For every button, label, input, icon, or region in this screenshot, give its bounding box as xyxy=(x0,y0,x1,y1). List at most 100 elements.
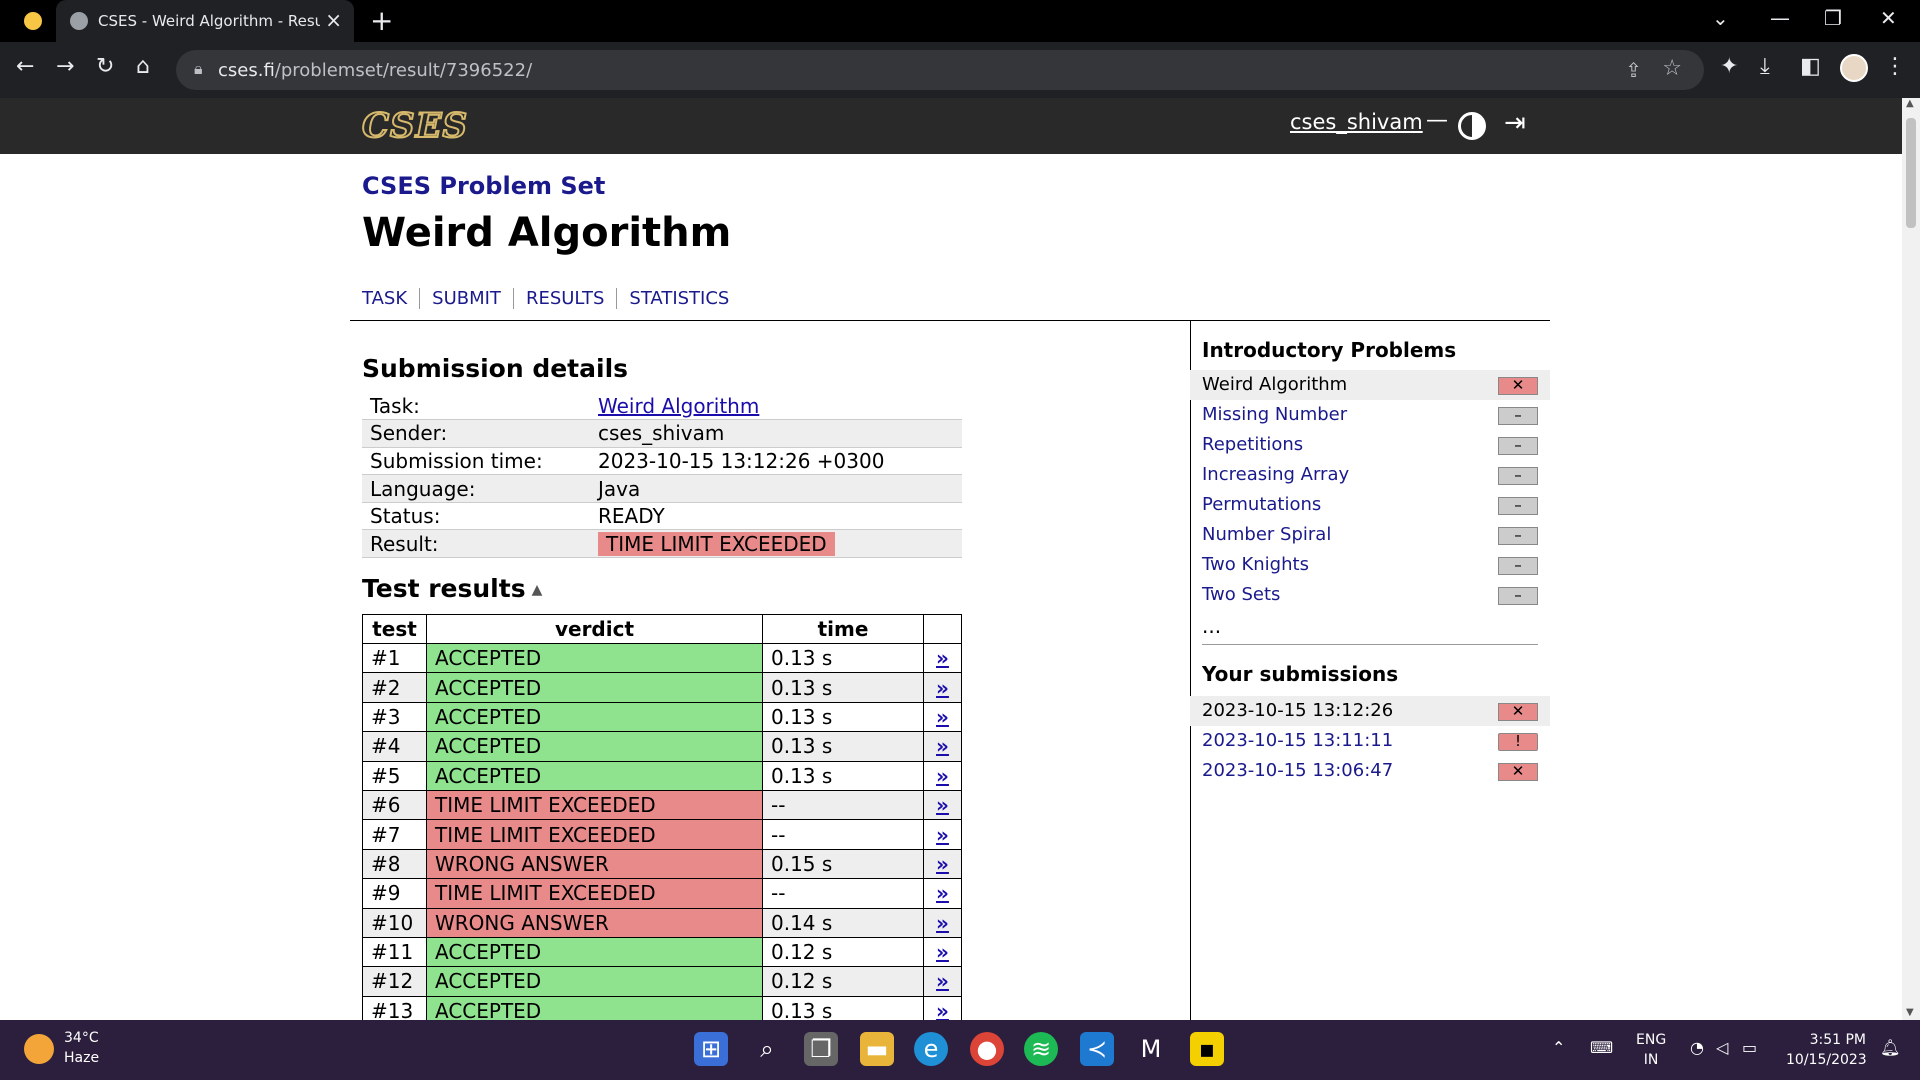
weather-condition[interactable]: Haze xyxy=(64,1050,99,1066)
submission-time[interactable]: 2023-10-15 13:12:26 xyxy=(1202,700,1393,721)
test-verdict: ACCEPTED xyxy=(426,966,763,997)
submission-item[interactable]: 2023-10-15 13:06:47 ✕ xyxy=(1190,756,1550,786)
file-explorer-icon[interactable]: ▬ xyxy=(860,1032,894,1066)
sticky-notes-icon[interactable]: ▪ xyxy=(1190,1032,1224,1066)
reload-icon[interactable]: ↻ xyxy=(96,54,114,79)
test-results-heading[interactable]: Test results ▲ xyxy=(362,574,542,603)
weather-temp[interactable]: 34°C xyxy=(64,1030,99,1046)
logout-icon[interactable]: ⇥ xyxy=(1504,108,1526,138)
chrome-icon[interactable]: ● xyxy=(970,1032,1004,1066)
notification-bell-icon[interactable]: 🔔︎ xyxy=(1880,1038,1900,1057)
language-indicator[interactable]: ENG IN xyxy=(1636,1030,1666,1070)
problem-name[interactable]: Two Knights xyxy=(1202,554,1309,575)
test-detail-link-icon[interactable]: » xyxy=(923,848,962,880)
problem-name[interactable]: Missing Number xyxy=(1202,404,1347,425)
scroll-down-icon[interactable]: ▼ xyxy=(1906,1007,1914,1018)
problem-name[interactable]: Weird Algorithm xyxy=(1202,374,1347,395)
gmail-icon[interactable]: M xyxy=(1134,1032,1168,1066)
download-icon[interactable]: ⤓ xyxy=(1760,54,1770,79)
test-detail-link-icon[interactable]: » xyxy=(923,701,962,733)
sidebar-problem-item[interactable]: Number Spiral – xyxy=(1190,520,1550,550)
battery-icon[interactable]: ▭ xyxy=(1742,1038,1757,1057)
task-view-icon[interactable]: ❐ xyxy=(804,1032,838,1066)
test-detail-link-icon[interactable]: » xyxy=(923,878,962,909)
profile-avatar[interactable] xyxy=(1840,54,1868,82)
result-badge: TIME LIMIT EXCEEDED xyxy=(598,531,835,556)
sidebar-problem-item[interactable]: Increasing Array – xyxy=(1190,460,1550,490)
minimize-icon[interactable]: — xyxy=(1770,6,1790,30)
search-icon[interactable]: ⌕ xyxy=(750,1032,784,1066)
problem-name[interactable]: Increasing Array xyxy=(1202,464,1349,485)
sidebar-problem-item[interactable]: Missing Number – xyxy=(1190,400,1550,430)
side-panel-icon[interactable]: ◧ xyxy=(1800,54,1821,79)
test-detail-link-icon[interactable]: » xyxy=(923,760,962,791)
forward-arrow-icon[interactable]: → xyxy=(56,54,74,79)
menu-dots-icon[interactable]: ⋮ xyxy=(1884,54,1906,79)
submission-time[interactable]: 2023-10-15 13:06:47 xyxy=(1202,760,1393,781)
bookmark-star-icon[interactable]: ☆ xyxy=(1662,56,1682,81)
nav-statistics[interactable]: STATISTICS xyxy=(617,288,741,309)
test-time: -- xyxy=(762,789,924,821)
sidebar-problem-item[interactable]: Two Sets – xyxy=(1190,580,1550,610)
nav-task[interactable]: TASK xyxy=(362,288,421,309)
task-link[interactable]: Weird Algorithm xyxy=(598,394,759,418)
url-text[interactable]: cses.fi/problemset/result/7396522/ xyxy=(218,60,532,81)
test-detail-link-icon[interactable]: » xyxy=(923,907,962,938)
address-bar[interactable]: 🔒︎ cses.fi/problemset/result/7396522/ ⇪ … xyxy=(176,50,1704,90)
system-clock[interactable]: 3:51 PM 10/15/2023 xyxy=(1786,1030,1867,1070)
sidebar-problem-item[interactable]: Repetitions – xyxy=(1190,430,1550,460)
test-row: #5 ACCEPTED 0.13 s» xyxy=(362,760,962,791)
scroll-up-icon[interactable]: ▲ xyxy=(1906,98,1914,109)
lock-icon[interactable]: 🔒︎ xyxy=(194,59,203,79)
profile-dot-icon[interactable] xyxy=(24,12,42,30)
problem-name[interactable]: Repetitions xyxy=(1202,434,1303,455)
problem-name[interactable]: Two Sets xyxy=(1202,584,1280,605)
submission-item[interactable]: 2023-10-15 13:11:11! xyxy=(1190,726,1550,756)
problem-name[interactable]: Number Spiral xyxy=(1202,524,1331,545)
edge-icon[interactable]: e xyxy=(914,1032,948,1066)
submission-time[interactable]: 2023-10-15 13:11:11 xyxy=(1202,730,1393,751)
test-detail-link-icon[interactable]: » xyxy=(923,789,962,821)
collapse-triangle-icon[interactable]: ▲ xyxy=(532,582,543,598)
browser-tab-active[interactable]: CSES - Weird Algorithm - Result × xyxy=(56,0,354,42)
spotify-icon[interactable]: ≋ xyxy=(1024,1032,1058,1066)
tray-chevron-up-icon[interactable]: ⌃ xyxy=(1552,1038,1565,1057)
share-icon[interactable]: ⇪ xyxy=(1625,58,1642,82)
test-number: #11 xyxy=(362,936,427,968)
tab-close-icon[interactable]: × xyxy=(325,8,342,32)
col-time: time xyxy=(762,614,924,644)
detail-value: READY xyxy=(590,502,962,531)
test-detail-link-icon[interactable]: » xyxy=(923,819,962,850)
nav-results[interactable]: RESULTS xyxy=(514,288,618,309)
scroll-thumb[interactable] xyxy=(1906,118,1916,228)
nav-submit[interactable]: SUBMIT xyxy=(420,288,514,309)
vscode-icon[interactable]: ≺ xyxy=(1080,1032,1114,1066)
wifi-icon[interactable]: ◔ xyxy=(1690,1038,1704,1057)
restore-icon[interactable]: ❐ xyxy=(1824,6,1842,30)
theme-toggle-icon[interactable] xyxy=(1458,112,1486,140)
window-close-icon[interactable]: ✕ xyxy=(1880,6,1897,30)
sidebar-problem-item[interactable]: Weird Algorithm ✕ xyxy=(1190,370,1550,400)
sidebar-problem-item[interactable]: Two Knights – xyxy=(1190,550,1550,580)
volume-icon[interactable]: ◁ xyxy=(1716,1038,1728,1057)
test-detail-link-icon[interactable]: » xyxy=(923,936,962,968)
cses-logo[interactable]: CSES xyxy=(361,105,468,147)
problemset-link[interactable]: CSES Problem Set xyxy=(362,172,605,200)
home-icon[interactable]: ⌂ xyxy=(136,54,150,79)
keyboard-icon[interactable]: ⌨ xyxy=(1590,1038,1613,1057)
sidebar-problem-item[interactable]: Permutations – xyxy=(1190,490,1550,520)
problem-name[interactable]: Permutations xyxy=(1202,494,1321,515)
new-tab-plus-icon[interactable]: + xyxy=(370,4,393,37)
tab-search-chevron-icon[interactable]: ⌄ xyxy=(1712,6,1729,30)
submission-item[interactable]: 2023-10-15 13:12:26 ✕ xyxy=(1190,696,1550,726)
weather-haze-icon[interactable] xyxy=(24,1034,54,1064)
test-detail-link-icon[interactable]: » xyxy=(923,642,962,674)
extensions-puzzle-icon[interactable]: ✦ xyxy=(1720,54,1738,79)
username-link[interactable]: cses_shivam xyxy=(1290,110,1423,134)
page-scrollbar[interactable]: ▲ ▼ xyxy=(1902,98,1920,1020)
test-detail-link-icon[interactable]: » xyxy=(923,731,962,762)
test-detail-link-icon[interactable]: » xyxy=(923,966,962,997)
back-arrow-icon[interactable]: ← xyxy=(16,54,34,79)
start-icon[interactable]: ⊞ xyxy=(694,1032,728,1066)
test-detail-link-icon[interactable]: » xyxy=(923,672,962,703)
